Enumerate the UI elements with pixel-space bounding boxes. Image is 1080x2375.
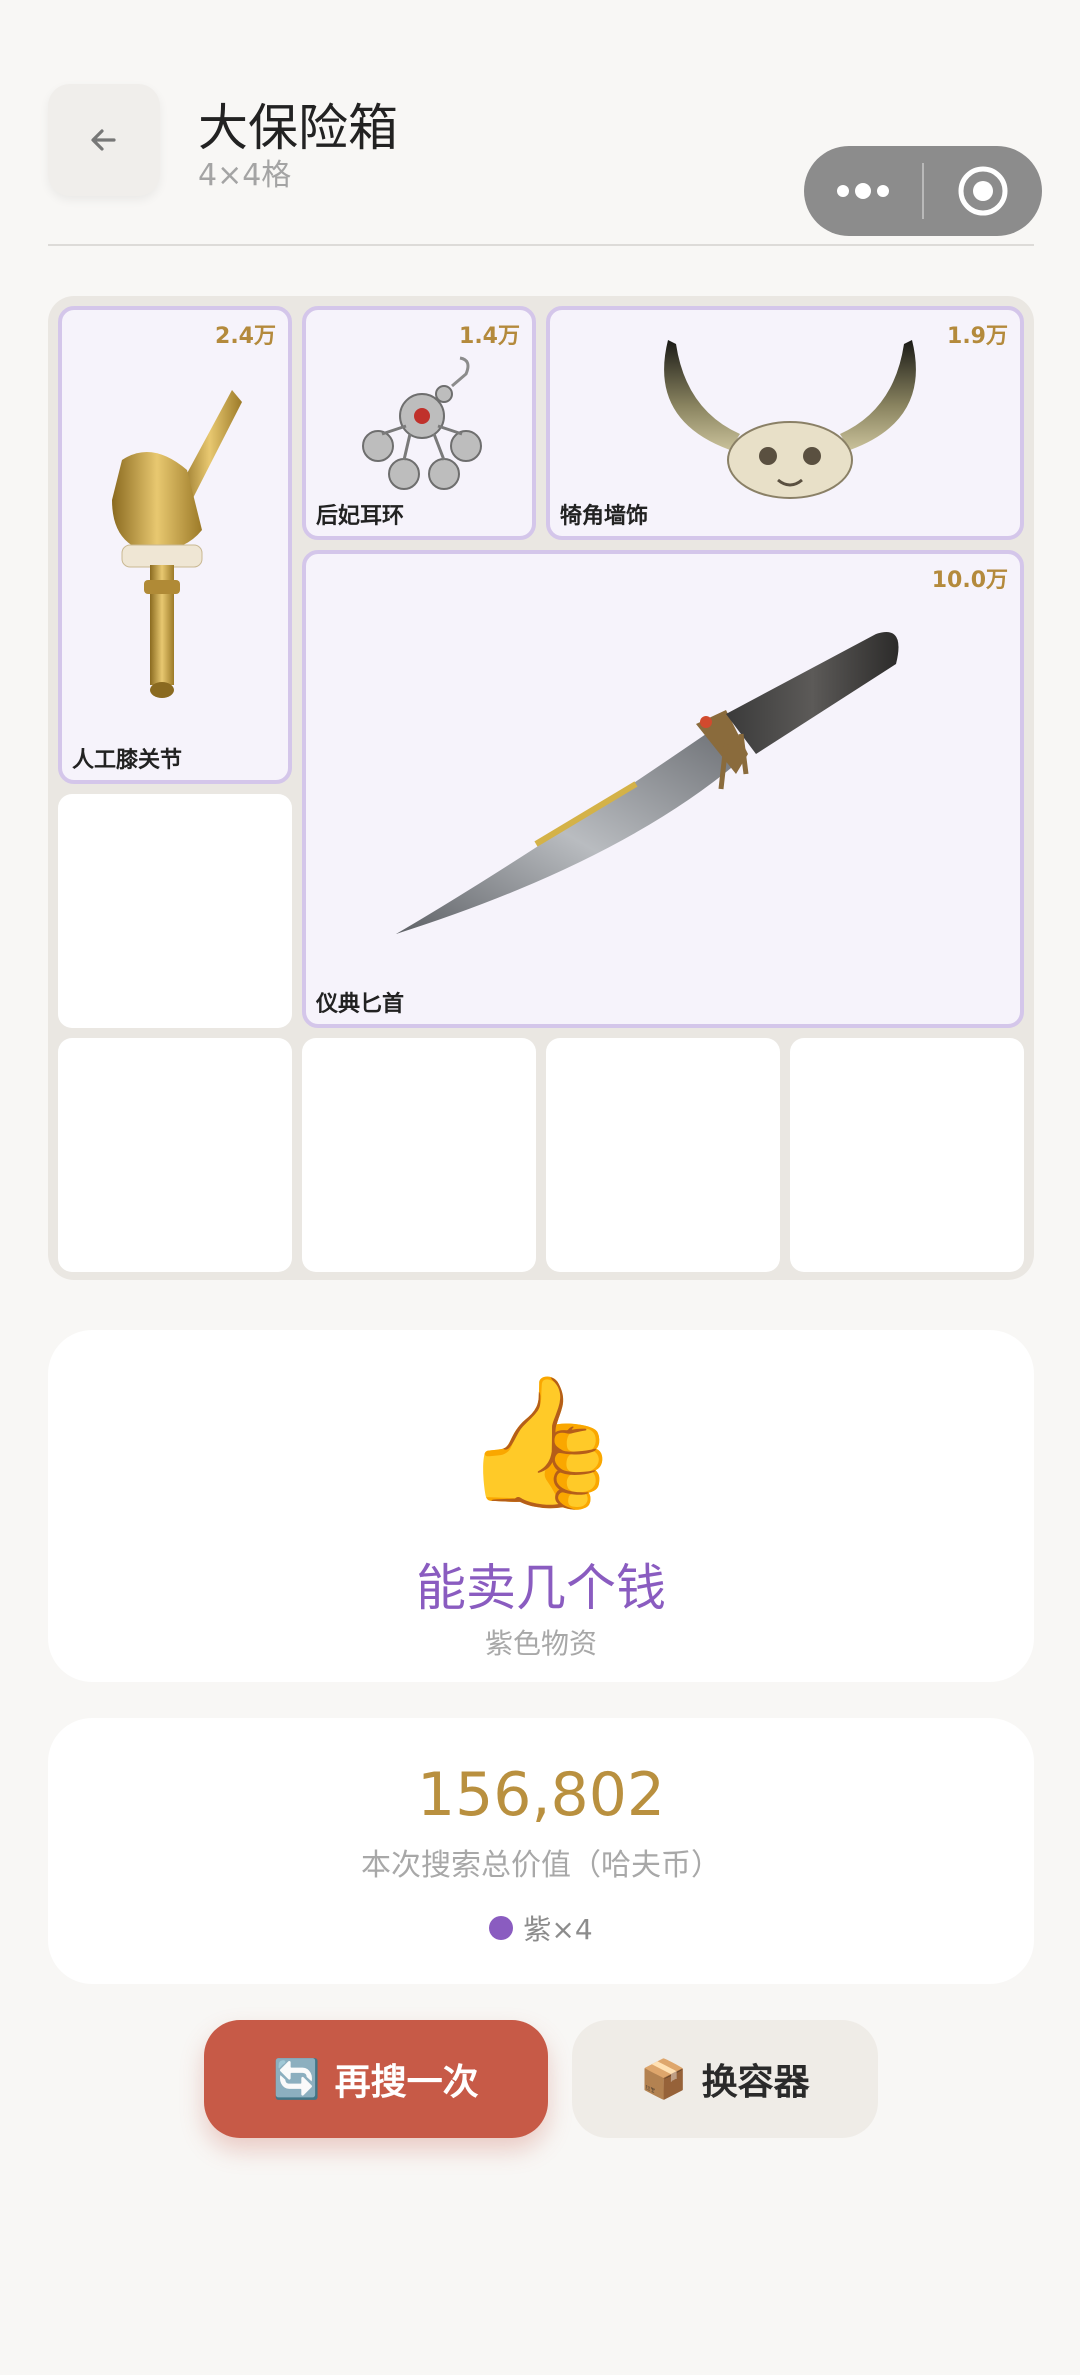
total-value: 156,802 [416, 1760, 666, 1830]
page: 大保险箱 4×4格 2.4万 人工膝关节 1.4万 后妃耳环 1.9万 犄角墙饰… [0, 0, 1080, 2375]
empty-slot[interactable] [58, 794, 292, 1028]
rating-title: 能卖几个钱 [416, 1559, 666, 1617]
more-dots-icon [837, 183, 889, 199]
item-ceremonial-dagger[interactable]: 10.0万 仪典匕首 [302, 550, 1024, 1028]
rarity-tally: 紫×4 [48, 1908, 1034, 1948]
knee-joint-image [112, 390, 242, 698]
item-name: 后妃耳环 [316, 504, 405, 529]
rarity-count: 紫×4 [523, 1913, 593, 1946]
horn-decoration-image [664, 340, 916, 499]
empty-slot[interactable] [302, 1038, 536, 1272]
search-again-button[interactable]: 🔄 再搜一次 [204, 2020, 548, 2138]
item-price: 1.9万 [947, 324, 1008, 349]
item-name: 犄角墙饰 [560, 504, 649, 529]
mini-program-capsule [804, 146, 1042, 236]
total-value-label: 本次搜索总价值（哈夫币） [361, 1848, 721, 1883]
search-again-label: 再搜一次 [334, 2062, 479, 2103]
change-container-label: 换容器 [701, 2062, 810, 2103]
more-button[interactable] [804, 146, 922, 236]
change-container-button[interactable]: 📦 换容器 [572, 2020, 878, 2138]
header-divider [48, 244, 1034, 246]
refresh-icon: 🔄 [273, 2056, 321, 2101]
package-icon: 📦 [640, 2056, 688, 2101]
earring-image [362, 356, 482, 490]
empty-slot[interactable] [546, 1038, 780, 1272]
purple-dot-icon [489, 1916, 514, 1940]
empty-slot[interactable] [58, 1038, 292, 1272]
item-price: 2.4万 [215, 324, 276, 349]
item-price: 10.0万 [931, 568, 1008, 593]
arrow-left-icon [91, 129, 116, 151]
container-grid: 2.4万 人工膝关节 1.4万 后妃耳环 1.9万 犄角墙饰 10.0万 仪典匕… [48, 296, 1034, 1280]
item-earring[interactable]: 1.4万 后妃耳环 [302, 306, 536, 540]
back-button[interactable] [48, 84, 160, 196]
dagger-image [396, 632, 899, 934]
item-name: 仪典匕首 [316, 992, 405, 1017]
rating-card: 👍 能卖几个钱 紫色物资 [48, 1330, 1034, 1682]
item-price: 1.4万 [459, 324, 520, 349]
thumbs-up-icon: 👍 [461, 1368, 621, 1517]
empty-slot[interactable] [790, 1038, 1024, 1272]
container-size: 4×4格 [198, 158, 292, 193]
target-icon [958, 166, 1008, 216]
item-name: 人工膝关节 [72, 748, 183, 773]
close-button[interactable] [924, 146, 1042, 236]
summary-card: 156,802 本次搜索总价值（哈夫币） 紫×4 [48, 1718, 1034, 1984]
rating-subtitle: 紫色物资 [484, 1627, 597, 1660]
item-horn-decoration[interactable]: 1.9万 犄角墙饰 [546, 306, 1024, 540]
item-knee-joint[interactable]: 2.4万 人工膝关节 [58, 306, 292, 784]
